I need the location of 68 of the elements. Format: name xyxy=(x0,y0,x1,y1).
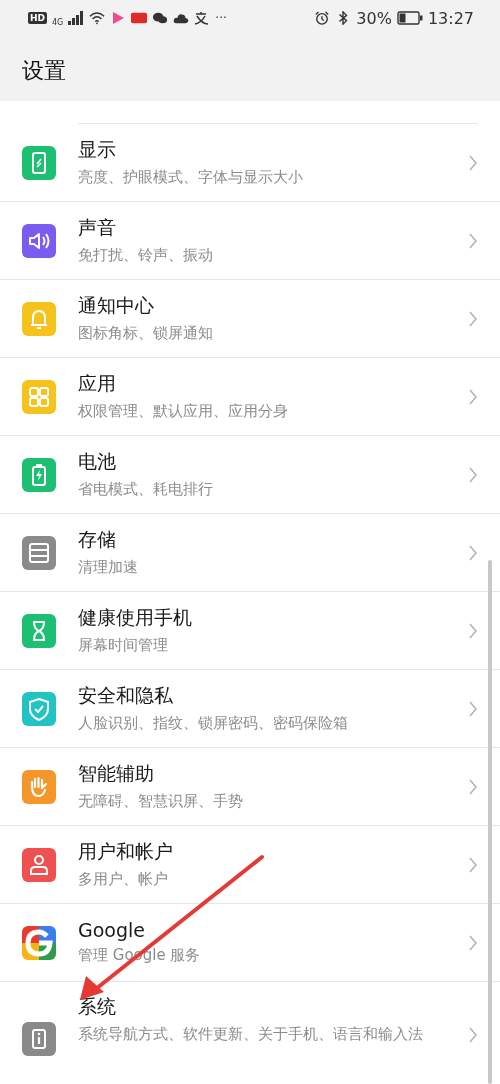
chevron-icon xyxy=(468,231,478,250)
item-subtitle: 权限管理、默认应用、应用分身 xyxy=(78,400,289,422)
page-title: 设置 xyxy=(22,57,66,85)
chevron-icon xyxy=(468,543,478,562)
item-title: 存储 xyxy=(78,526,117,552)
settings-item[interactable]: 显示 亮度、护眼模式、字体与显示大小 xyxy=(0,124,500,202)
clock-time: 13:27 xyxy=(427,8,474,28)
chat-icon xyxy=(152,11,169,25)
item-subtitle: 省电模式、耗电排行 xyxy=(78,478,214,500)
chevron-icon xyxy=(468,465,478,484)
bell-icon xyxy=(22,301,56,336)
storage-icon xyxy=(22,535,56,570)
item-subtitle: 免打扰、铃声、振动 xyxy=(78,244,214,266)
item-subtitle: 人脸识别、指纹、锁屏密码、密码保险箱 xyxy=(78,712,349,734)
speaker-icon xyxy=(22,223,56,258)
settings-item[interactable]: 存储 清理加速 xyxy=(0,514,500,592)
shield-icon xyxy=(22,691,56,726)
user-icon xyxy=(22,847,56,882)
signal-icon xyxy=(68,11,85,25)
chevron-icon xyxy=(468,855,478,874)
chevron-icon xyxy=(468,153,478,172)
chevron-icon xyxy=(468,933,478,952)
item-title: 系统 xyxy=(78,994,117,1019)
item-title: 应用 xyxy=(78,370,117,396)
hand-icon xyxy=(22,769,56,804)
settings-item[interactable]: 通知中心 图标角标、锁屏通知 xyxy=(0,280,500,358)
item-subtitle: 系统导航方式、软件更新、关于手机、语言和输入法 xyxy=(78,1024,424,1045)
settings-item[interactable]: 应用 权限管理、默认应用、应用分身 xyxy=(0,358,500,436)
cloud-icon xyxy=(173,11,190,25)
google-icon xyxy=(22,925,56,960)
grid-icon xyxy=(22,379,56,414)
chevron-icon xyxy=(468,621,478,640)
chevron-icon xyxy=(468,309,478,328)
item-subtitle: 多用户、帐户 xyxy=(78,868,169,890)
battery-icon xyxy=(396,11,423,25)
translate-icon xyxy=(194,11,211,25)
item-title: 健康使用手机 xyxy=(78,604,193,630)
wifi-icon xyxy=(89,11,106,25)
item-subtitle: 亮度、护眼模式、字体与显示大小 xyxy=(78,166,304,188)
battery-icon xyxy=(22,457,56,492)
more-notifications-label: ··· xyxy=(215,11,227,25)
chevron-icon xyxy=(468,777,478,796)
item-subtitle: 清理加速 xyxy=(78,556,139,578)
phone-icon xyxy=(22,145,56,180)
alarm-icon xyxy=(314,11,331,25)
network-label: 4G xyxy=(52,17,64,27)
settings-item[interactable]: 声音 免打扰、铃声、振动 xyxy=(0,202,500,280)
item-title: 安全和隐私 xyxy=(78,682,174,708)
item-subtitle: 图标角标、锁屏通知 xyxy=(78,322,214,344)
item-title: 声音 xyxy=(78,214,117,240)
item-title: 用户和帐户 xyxy=(78,838,174,864)
item-subtitle: 无障碍、智慧识屏、手势 xyxy=(78,790,244,812)
hourglass-icon xyxy=(22,613,56,648)
item-subtitle: 屏幕时间管理 xyxy=(78,634,169,656)
info-icon xyxy=(22,1022,56,1056)
hd-badge: HD xyxy=(28,12,47,24)
settings-item[interactable]: 电池 省电模式、耗电排行 xyxy=(0,436,500,514)
chevron-icon xyxy=(468,699,478,718)
news-icon xyxy=(131,11,148,25)
settings-item[interactable]: 系统 系统导航方式、软件更新、关于手机、语言和输入法 xyxy=(0,982,500,1082)
chevron-icon xyxy=(468,1026,478,1044)
item-title: 电池 xyxy=(78,448,117,474)
item-title: 通知中心 xyxy=(78,292,155,318)
item-title: 智能辅助 xyxy=(78,760,155,786)
chevron-icon xyxy=(468,387,478,406)
item-title: 显示 xyxy=(78,136,117,162)
battery-percent: 30% xyxy=(356,8,392,28)
item-title: Google xyxy=(78,918,146,941)
